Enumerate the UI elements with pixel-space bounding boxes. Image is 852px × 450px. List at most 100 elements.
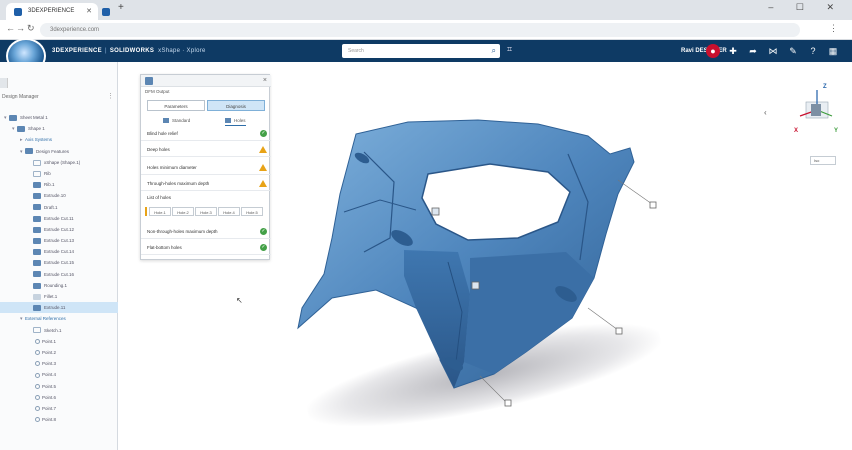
dfm-check-label: Non-through-holes maximum depth	[147, 229, 218, 234]
tree-item[interactable]: Rounding.1	[0, 280, 118, 291]
point-icon	[35, 339, 40, 345]
feature-icon	[33, 305, 41, 311]
view-dropdown[interactable]: Iso	[810, 156, 836, 165]
tree-item-label: External References	[25, 316, 66, 322]
tree-item-label: Extrude Cut.16	[44, 271, 75, 277]
tree-item[interactable]: Point.6	[0, 392, 118, 403]
tree-item[interactable]: Extrude.11	[0, 302, 118, 314]
back-icon[interactable]: ←	[6, 23, 15, 33]
network-icon[interactable]: ⋈	[766, 44, 780, 58]
tree-item[interactable]: Rib.1	[0, 179, 118, 190]
tree-item-label: Point.8	[42, 417, 57, 423]
segment-diagnosis[interactable]: Diagnosis	[207, 100, 265, 111]
feature-icon	[33, 204, 41, 211]
window-controls[interactable]: – ☐ ✕	[768, 2, 844, 13]
compass-icon[interactable]: ✚	[726, 44, 740, 58]
tag-icon[interactable]: ⌗	[507, 44, 512, 55]
tree-item[interactable]: Extrude Cut.16	[0, 269, 118, 280]
segment-parameters[interactable]: Parameters	[147, 100, 205, 111]
dfm-icon	[145, 77, 153, 85]
browser-tab-active[interactable]: 3DEXPERIENCE ✕	[6, 3, 98, 20]
tree-item-label: Shape 1	[28, 126, 45, 132]
list-of-holes-label: List of holes	[147, 195, 172, 200]
tree-item-label: Sketch.1	[44, 327, 62, 333]
tree-item-label: Point.2	[42, 349, 57, 355]
tree-item[interactable]: Fillet.1	[0, 291, 118, 302]
tree-item[interactable]: ▾ Design Features	[0, 146, 118, 157]
tree-item[interactable]: Extrude.10	[0, 190, 118, 201]
brand-title: 3DEXPERIENCE | SOLIDWORKS xShape · Xplore	[52, 48, 206, 54]
tree-item[interactable]: Point.3	[0, 358, 118, 369]
feature-icon	[17, 126, 25, 132]
subtab-holes-label: Holes	[234, 118, 246, 123]
hole-chip[interactable]: Hole.1	[149, 207, 171, 216]
hole-marker[interactable]	[504, 399, 512, 407]
close-icon[interactable]: ×	[263, 75, 267, 87]
status-warning-icon	[259, 180, 267, 187]
menu-dots-icon[interactable]: ⋮	[829, 23, 838, 34]
feature-icon	[33, 282, 41, 289]
tree-item[interactable]: Point.1	[0, 336, 118, 347]
tree-item[interactable]: Rib	[0, 168, 118, 179]
new-tab-button[interactable]: +	[118, 2, 124, 13]
tree-item[interactable]: ▾ Sheet Metal 1	[0, 112, 118, 123]
tree-item[interactable]: Point.8	[0, 414, 118, 425]
subtab-standard-label: Standard	[172, 118, 191, 123]
apps-icon[interactable]: ▦	[826, 44, 840, 58]
tree-item[interactable]: Sketch.1	[0, 325, 118, 336]
help-icon[interactable]: ?	[806, 44, 820, 58]
tree-item-label: Extrude Cut.14	[44, 249, 75, 255]
hole-chip[interactable]: Hole.5	[241, 207, 263, 216]
status-ok-icon: ✓	[260, 130, 267, 137]
hole-chip[interactable]: Hole.4	[218, 207, 240, 216]
tree-item[interactable]: ▸ Axis Systems	[0, 134, 118, 145]
tree-item[interactable]: Draft.1	[0, 202, 118, 213]
search-icon[interactable]: ⌕	[492, 44, 496, 58]
tree-item[interactable]: Point.4	[0, 369, 118, 380]
hole-marker[interactable]	[649, 201, 657, 209]
hole-chip[interactable]: Hole.2	[172, 207, 194, 216]
user-avatar-icon[interactable]: ●	[706, 44, 720, 58]
status-warning-icon	[259, 146, 267, 153]
subtab-standard[interactable]: Standard	[163, 115, 190, 126]
dfm-check-label: Flat-bottom holes	[147, 245, 182, 250]
orientation-triad[interactable]	[799, 90, 833, 119]
status-warning-icon	[259, 164, 267, 171]
forward-icon[interactable]: →	[16, 23, 25, 33]
subtab-holes[interactable]: Holes	[225, 115, 246, 126]
hole-chip[interactable]: Hole.3	[195, 207, 217, 216]
point-icon	[35, 406, 40, 412]
tree-item[interactable]: ▾ External References	[0, 313, 118, 324]
tree-item[interactable]: Point.5	[0, 381, 118, 392]
divider	[141, 140, 271, 141]
reload-icon[interactable]: ↻	[27, 23, 35, 34]
hole-marker[interactable]	[615, 327, 623, 335]
point-icon	[35, 361, 40, 367]
dfm-check-label: Deep holes	[147, 147, 170, 152]
tree-item[interactable]: xShape (Shape.1)	[0, 157, 118, 168]
hole-marker[interactable]	[431, 207, 440, 216]
close-tab-icon[interactable]: ✕	[86, 3, 92, 20]
share-icon[interactable]: ➦	[746, 44, 760, 58]
tree-item-label: Extrude Cut.13	[44, 238, 75, 244]
tree-item[interactable]: ▾ Shape 1	[0, 123, 118, 134]
tree-item[interactable]: Extrude Cut.15	[0, 257, 118, 268]
tree-item[interactable]: Extrude Cut.13	[0, 235, 118, 246]
tree-item[interactable]: Point.2	[0, 347, 118, 358]
tree-item[interactable]: Extrude Cut.14	[0, 246, 118, 257]
tree-item[interactable]: Extrude Cut.11	[0, 213, 118, 224]
url-input[interactable]: 3dexperience.com	[40, 23, 800, 37]
tree-item-label: Point.4	[42, 372, 57, 378]
tree-item-label: Extrude.11	[44, 305, 66, 311]
browser-tab-inactive[interactable]	[98, 3, 118, 20]
search-input[interactable]: Search ⌕	[342, 44, 500, 58]
hole-marker[interactable]	[471, 281, 480, 290]
tree-item[interactable]: Extrude Cut.12	[0, 224, 118, 235]
tree-item-label: xShape (Shape.1)	[44, 159, 81, 165]
collapse-icon[interactable]: ‹	[764, 108, 767, 117]
panel-options-icon[interactable]: ⋮	[107, 90, 114, 104]
design-tree-panel: Design Manager ⋮ ▾ Sheet Metal 1 ▾ Shape 1 ▸…	[0, 62, 118, 450]
chat-icon[interactable]: ✎	[786, 44, 800, 58]
tree-item[interactable]: Point.7	[0, 403, 118, 414]
panel-tab[interactable]	[0, 78, 8, 88]
